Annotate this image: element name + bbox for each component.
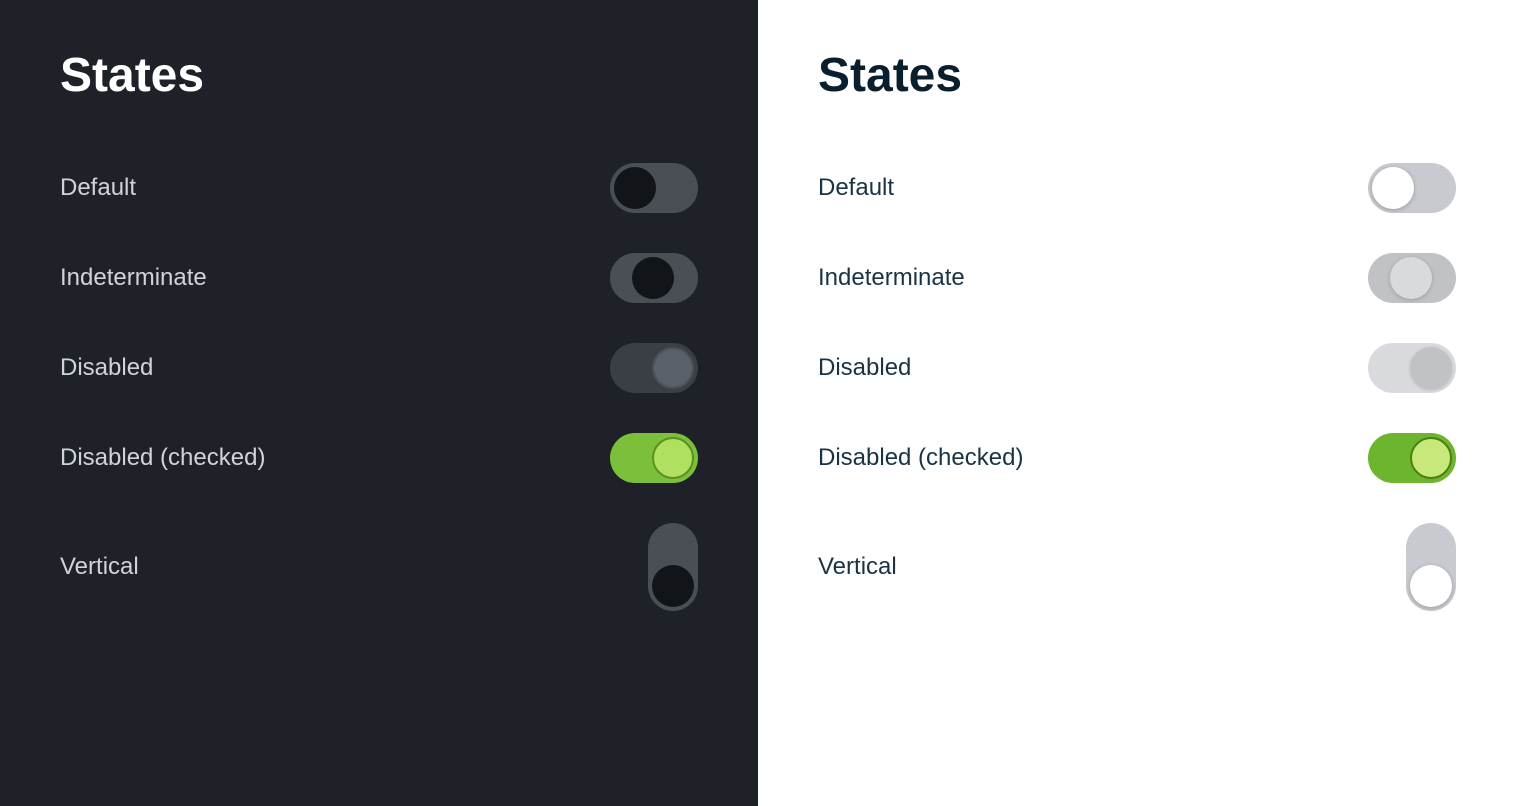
state-row-vertical-light: Vertical <box>818 503 1456 631</box>
state-label-indeterminate-dark: Indeterminate <box>60 264 207 292</box>
dark-panel: States Default Indeterminate Disabled <box>0 0 758 806</box>
toggle-thumb <box>652 565 694 607</box>
state-row-disabled-checked-light: Disabled (checked) <box>818 413 1456 503</box>
state-row-vertical-dark: Vertical <box>60 503 698 631</box>
toggle-thumb <box>1372 167 1414 209</box>
toggle-thumb <box>652 437 694 479</box>
toggle-thumb <box>1410 437 1452 479</box>
state-row-default-light: Default <box>818 143 1456 233</box>
toggle-thumb <box>614 167 656 209</box>
toggle-disabled-light <box>1368 343 1456 393</box>
toggle-indeterminate-light[interactable] <box>1368 253 1456 303</box>
toggle-vertical-light[interactable] <box>1406 523 1456 611</box>
state-label-default-dark: Default <box>60 174 136 202</box>
toggle-area-indeterminate-dark <box>578 253 698 303</box>
toggle-thumb <box>1390 257 1432 299</box>
toggle-disabled-checked-light <box>1368 433 1456 483</box>
toggle-area-vertical-dark <box>578 523 698 611</box>
state-label-vertical-light: Vertical <box>818 553 897 581</box>
toggle-indeterminate-dark[interactable] <box>610 253 698 303</box>
state-row-indeterminate-light: Indeterminate <box>818 233 1456 323</box>
state-row-indeterminate-dark: Indeterminate <box>60 233 698 323</box>
toggle-area-vertical-light <box>1336 523 1456 611</box>
state-row-default-dark: Default <box>60 143 698 233</box>
toggle-vertical-dark[interactable] <box>648 523 698 611</box>
toggle-thumb <box>1410 347 1452 389</box>
state-row-disabled-light: Disabled <box>818 323 1456 413</box>
toggle-thumb <box>1410 565 1452 607</box>
light-panel-title: States <box>818 48 1456 103</box>
toggle-default-dark[interactable] <box>610 163 698 213</box>
toggle-area-default-dark <box>578 163 698 213</box>
toggle-area-disabled-checked-light <box>1336 433 1456 483</box>
state-label-indeterminate-light: Indeterminate <box>818 264 965 292</box>
toggle-disabled-checked-dark <box>610 433 698 483</box>
dark-panel-title: States <box>60 48 698 103</box>
toggle-thumb <box>632 257 674 299</box>
state-label-disabled-light: Disabled <box>818 354 911 382</box>
toggle-area-disabled-light <box>1336 343 1456 393</box>
state-label-disabled-checked-dark: Disabled (checked) <box>60 444 265 472</box>
state-row-disabled-checked-dark: Disabled (checked) <box>60 413 698 503</box>
state-label-vertical-dark: Vertical <box>60 553 139 581</box>
light-panel: States Default Indeterminate Disabled <box>758 0 1516 806</box>
toggle-disabled-dark <box>610 343 698 393</box>
toggle-area-default-light <box>1336 163 1456 213</box>
toggle-area-disabled-checked-dark <box>578 433 698 483</box>
state-row-disabled-dark: Disabled <box>60 323 698 413</box>
state-label-default-light: Default <box>818 174 894 202</box>
state-label-disabled-dark: Disabled <box>60 354 153 382</box>
toggle-default-light[interactable] <box>1368 163 1456 213</box>
toggle-area-indeterminate-light <box>1336 253 1456 303</box>
state-label-disabled-checked-light: Disabled (checked) <box>818 444 1023 472</box>
toggle-area-disabled-dark <box>578 343 698 393</box>
toggle-thumb <box>652 347 694 389</box>
